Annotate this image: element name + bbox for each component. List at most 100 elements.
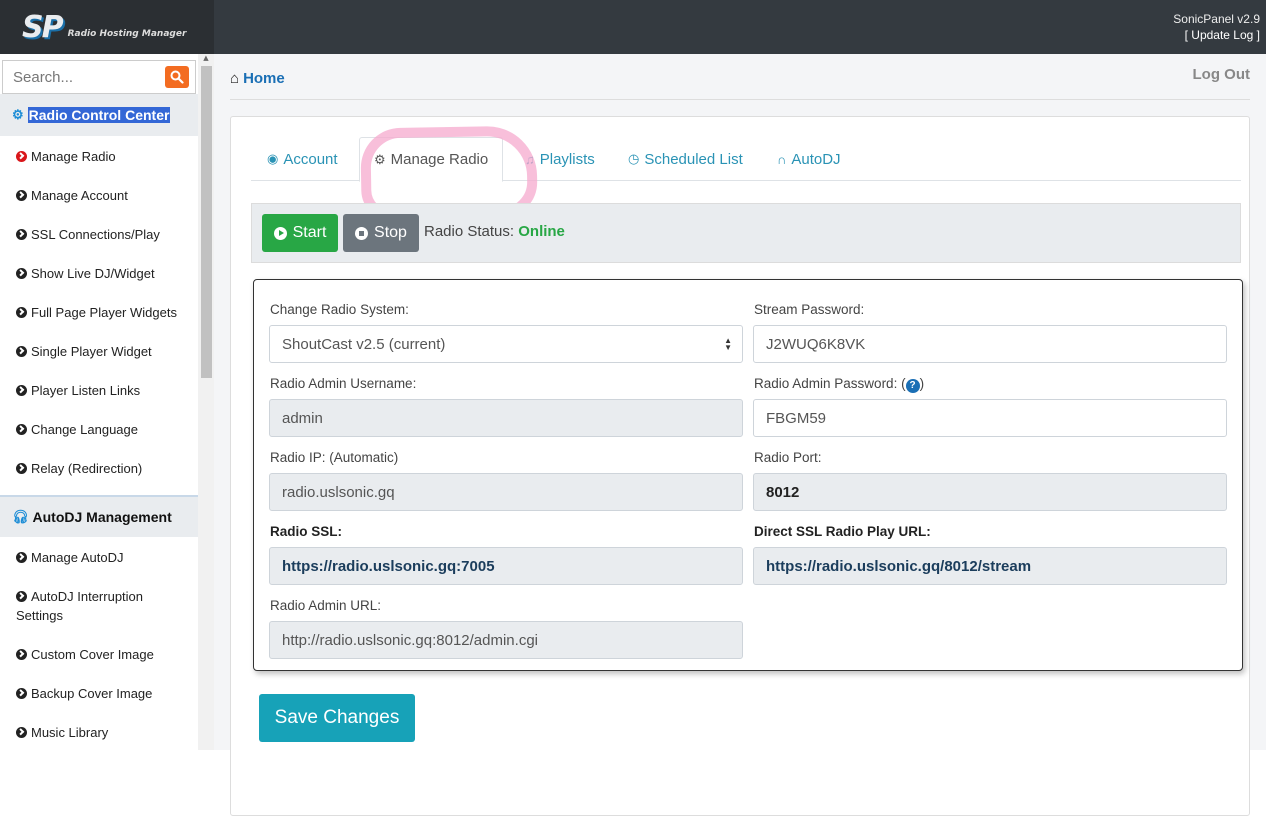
breadcrumb[interactable]: ⌂ Home (230, 70, 285, 87)
radio-ip-label: Radio IP: (Automatic) (270, 450, 399, 465)
sidebar-item-single-player[interactable]: Single Player Widget (0, 342, 198, 361)
search-button[interactable] (165, 66, 189, 88)
sidebar-item-label: Change Language (31, 422, 138, 437)
sidebar-item-label: SSL Connections/Play (31, 227, 160, 242)
clock-icon: ◷ (628, 151, 640, 166)
radio-ssl-label: Radio SSL: (270, 524, 343, 539)
admin-url-label: Radio Admin URL: (270, 598, 382, 613)
admin-password-label: Radio Admin Password: (?) (754, 376, 924, 393)
chevron-circle-icon (16, 649, 27, 660)
chevron-circle-icon (16, 463, 27, 474)
scrollbar-thumb[interactable] (201, 66, 212, 378)
chevron-circle-icon (16, 688, 27, 699)
radio-ip-field: radio.uslsonic.gq (269, 473, 743, 511)
breadcrumb-home: Home (243, 70, 285, 87)
sidebar-item-ssl[interactable]: SSL Connections/Play (0, 225, 198, 244)
headphones-icon: 🎧︎ (12, 509, 29, 524)
version-label: SonicPanel v2.9 (1173, 12, 1260, 26)
radio-system-select[interactable]: ShoutCast v2.5 (current) ▲ ▼ (269, 325, 743, 363)
divider (230, 99, 1250, 100)
save-changes-button[interactable]: Save Changes (259, 694, 415, 742)
admin-username-field: admin (269, 399, 743, 437)
chevron-circle-icon (16, 591, 27, 602)
sidebar-item-label: Full Page Player Widgets (31, 305, 177, 320)
chevron-circle-icon (16, 727, 27, 738)
status-label: Radio Status: (424, 223, 515, 240)
sidebar-item-label: Manage Radio (31, 149, 116, 164)
logout-link[interactable]: Log Out (1193, 66, 1250, 83)
start-button[interactable]: Start (262, 214, 338, 252)
select-value: ShoutCast v2.5 (current) (282, 335, 446, 353)
stream-password-label: Stream Password: (754, 302, 865, 317)
tab-label: Account (283, 150, 338, 168)
sidebar-item-change-language[interactable]: Change Language (0, 420, 198, 439)
direct-ssl-url-label: Direct SSL Radio Play URL: (754, 524, 931, 539)
tab-scheduled-list[interactable]: ◷ Scheduled List (628, 137, 743, 181)
gear-icon: ⚙ (12, 107, 24, 122)
logo[interactable]: SP Radio Hosting Manager (0, 0, 214, 54)
tab-label: Scheduled List (644, 150, 743, 168)
update-log-link[interactable]: [ Update Log ] (1173, 27, 1260, 43)
chevron-circle-icon (16, 346, 27, 357)
admin-password-field[interactable]: FBGM59 (753, 399, 1227, 437)
select-arrows-icon: ▲ ▼ (724, 336, 732, 352)
sidebar-item-label: Show Live DJ/Widget (31, 266, 155, 281)
logo-mark: SP (22, 9, 64, 45)
section-title: Radio Control Center (27, 107, 171, 123)
chevron-circle-icon (16, 190, 27, 201)
radio-ssl-field[interactable]: https://radio.uslsonic.gq:7005 (269, 547, 743, 585)
admin-password-label-text: Radio Admin Password: ( (754, 376, 906, 391)
sidebar-item-label: Single Player Widget (31, 344, 152, 359)
tab-autodj[interactable]: ∩ AutoDJ (777, 137, 841, 181)
sidebar-item-label: Manage Account (31, 188, 128, 203)
chevron-circle-icon (16, 151, 27, 162)
sidebar-item-autodj-interruption[interactable]: AutoDJ Interruption Settings (0, 587, 170, 625)
search-box (2, 60, 196, 94)
radio-status: Radio Status: Online (424, 223, 565, 240)
stop-circle-icon (355, 226, 369, 240)
status-badge: Online (518, 223, 565, 240)
sidebar-item-label: Custom Cover Image (31, 647, 154, 662)
stop-button[interactable]: Stop (343, 214, 419, 252)
search-input[interactable] (3, 61, 163, 93)
admin-username-label: Radio Admin Username: (270, 376, 417, 391)
start-label: Start (292, 224, 327, 241)
user-circle-icon: ◉ (267, 151, 279, 166)
tab-account[interactable]: ◉ Account (267, 137, 338, 181)
stream-password-field[interactable]: J2WUQ6K8VK (753, 325, 1227, 363)
sidebar-item-backup-cover[interactable]: Backup Cover Image (0, 684, 198, 703)
sidebar-item-manage-radio[interactable]: Manage Radio (0, 147, 198, 166)
top-bar: SP Radio Hosting Manager SonicPanel v2.9… (0, 0, 1266, 54)
sidebar-content: ⚙ Radio Control Center Manage Radio Mana… (0, 54, 198, 750)
radio-control-bar: Start Stop Radio Status: Online (251, 203, 1241, 263)
direct-ssl-url-field[interactable]: https://radio.uslsonic.gq/8012/stream (753, 547, 1227, 585)
chevron-circle-icon (16, 229, 27, 240)
tab-label: Playlists (539, 150, 595, 168)
admin-url-field: http://radio.uslsonic.gq:8012/admin.cgi (269, 621, 743, 659)
radio-port-field: 8012 (753, 473, 1227, 511)
headphones-icon: ∩ (777, 151, 787, 167)
sidebar: ⚙ Radio Control Center Manage Radio Mana… (0, 54, 214, 750)
sidebar-item-relay[interactable]: Relay (Redirection) (0, 459, 198, 478)
sidebar-item-live-dj[interactable]: Show Live DJ/Widget (0, 264, 198, 283)
chevron-circle-icon (16, 424, 27, 435)
sidebar-item-listen-links[interactable]: Player Listen Links (0, 381, 198, 400)
stop-label: Stop (374, 224, 407, 241)
sidebar-item-full-page-player[interactable]: Full Page Player Widgets (0, 303, 198, 322)
sidebar-item-custom-cover[interactable]: Custom Cover Image (0, 645, 198, 664)
logo-text: Radio Hosting Manager (67, 29, 187, 39)
sidebar-item-manage-autodj[interactable]: Manage AutoDJ (0, 548, 198, 567)
sidebar-item-music-library[interactable]: Music Library (0, 723, 198, 742)
section-title: AutoDJ Management (32, 509, 172, 525)
content-card: ◉ Account ⚙ Manage Radio ♫ Playlists ◷ Sched… (230, 116, 1250, 816)
chevron-circle-icon (16, 385, 27, 396)
admin-password-label-end: ) (919, 376, 925, 391)
scroll-up-icon[interactable]: ▲ (200, 54, 212, 62)
help-icon[interactable]: ? (905, 379, 920, 393)
sidebar-item-manage-account[interactable]: Manage Account (0, 186, 198, 205)
sidebar-section-radio-control[interactable]: ⚙ Radio Control Center (0, 94, 198, 136)
radio-port-label: Radio Port: (754, 450, 822, 465)
sidebar-item-label: AutoDJ Interruption Settings (16, 589, 144, 623)
sidebar-item-label: Relay (Redirection) (31, 461, 143, 476)
sidebar-section-autodj[interactable]: 🎧︎ AutoDJ Management (0, 495, 198, 537)
